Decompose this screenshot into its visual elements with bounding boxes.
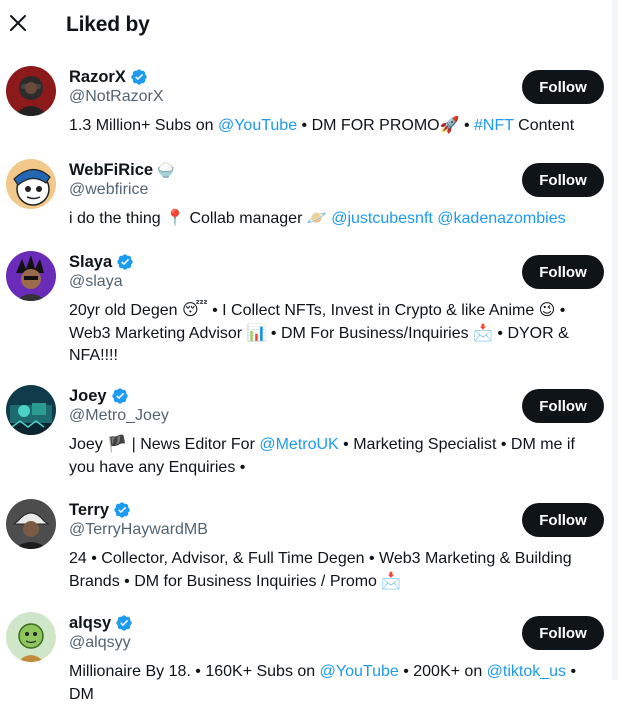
user-name[interactable]: RazorX (69, 68, 126, 87)
user-handle[interactable]: @alqsyy (69, 634, 131, 652)
bio-text: • DM FOR PROMO🚀 • (297, 117, 475, 134)
verified-badge-icon (111, 387, 129, 405)
avatar[interactable] (6, 66, 56, 116)
bio-link[interactable]: @MetroUK (259, 436, 338, 453)
verified-badge-icon (113, 501, 131, 519)
user-name[interactable]: alqsy (69, 614, 111, 633)
bio-text: i do the thing 📍 Collab manager 🪐 (69, 210, 332, 227)
user-handle[interactable]: @NotRazorX (69, 88, 164, 106)
user-bio: 20yr old Degen 😴 • I Collect NFTs, Inves… (69, 300, 589, 368)
bio-text: 24 • Collector, Advisor, & Full Time Deg… (69, 550, 572, 590)
user-bio: Joey 🏴 | News Editor For @MetroUK • Mark… (69, 434, 589, 479)
user-name[interactable]: Joey (69, 387, 107, 406)
bio-link[interactable]: @YouTube (320, 663, 399, 680)
user-handle[interactable]: @Metro_Joey (69, 407, 169, 425)
bio-link[interactable]: @justcubesnft (331, 210, 433, 227)
name-line: alqsy (69, 612, 133, 634)
follow-button[interactable]: Follow (522, 503, 604, 537)
liked-by-panel: Liked by RazorX @NotRazorX 1.3 Million+ Su… (0, 0, 618, 703)
follow-button[interactable]: Follow (522, 70, 604, 104)
header: Liked by (0, 0, 618, 52)
follow-button[interactable]: Follow (522, 389, 604, 423)
bio-text: Millionaire By 18. • 160K+ Subs on (69, 663, 320, 680)
page-title: Liked by (66, 13, 150, 36)
avatar[interactable] (6, 159, 56, 209)
bio-link[interactable]: @kadenazombies (437, 210, 565, 227)
verified-badge-icon (115, 614, 133, 632)
scrollbar-track[interactable] (612, 0, 618, 680)
user-bio: 24 • Collector, Advisor, & Full Time Deg… (69, 548, 589, 593)
bio-text: 20yr old Degen 😴 • I Collect NFTs, Inves… (69, 302, 569, 364)
bio-link[interactable]: #NFT (474, 117, 514, 134)
name-line: Joey (69, 385, 129, 407)
user-handle[interactable]: @slaya (69, 273, 123, 291)
follow-button[interactable]: Follow (522, 163, 604, 197)
follow-button[interactable]: Follow (522, 616, 604, 650)
avatar[interactable] (6, 612, 56, 662)
avatar[interactable] (6, 499, 56, 549)
user-bio: i do the thing 📍 Collab manager 🪐 @justc… (69, 208, 589, 231)
user-handle[interactable]: @TerryHaywardMB (69, 521, 208, 539)
name-emoji: 🍚 (157, 162, 175, 178)
verified-badge-icon (130, 68, 148, 86)
name-line: Terry (69, 499, 131, 521)
bio-text: • 200K+ on (398, 663, 487, 680)
bio-link[interactable]: @tiktok_us (487, 663, 566, 680)
name-line: RazorX (69, 66, 148, 88)
user-bio: Millionaire By 18. • 160K+ Subs on @YouT… (69, 661, 589, 706)
bio-text: Joey 🏴 | News Editor For (69, 436, 260, 453)
bio-text: Content (513, 117, 575, 134)
user-name[interactable]: WebFiRice (69, 161, 153, 180)
avatar[interactable] (6, 251, 56, 301)
user-bio: 1.3 Million+ Subs on @YouTube • DM FOR P… (69, 115, 589, 138)
bio-link[interactable]: @YouTube (218, 117, 297, 134)
close-icon[interactable] (6, 11, 30, 35)
follow-button[interactable]: Follow (522, 255, 604, 289)
bio-text: 1.3 Million+ Subs on (69, 117, 218, 134)
name-line: Slaya (69, 251, 134, 273)
user-handle[interactable]: @webfirice (69, 181, 148, 199)
user-name[interactable]: Slaya (69, 253, 112, 272)
verified-badge-icon (116, 253, 134, 271)
user-name[interactable]: Terry (69, 501, 109, 520)
name-line: WebFiRice 🍚 (69, 159, 174, 181)
avatar[interactable] (6, 385, 56, 435)
